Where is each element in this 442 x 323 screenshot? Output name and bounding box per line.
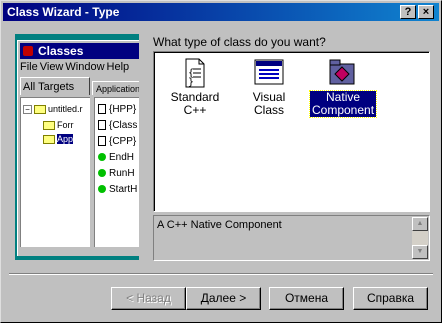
event-icon bbox=[98, 153, 106, 162]
collapse-icon: − bbox=[23, 105, 32, 115]
preview-tab-all-targets: All Targets bbox=[20, 77, 90, 95]
file-icon bbox=[98, 120, 106, 131]
folder-icon bbox=[34, 105, 46, 115]
folder-icon bbox=[43, 135, 55, 145]
option-standard-cpp[interactable]: { } Standard C++ bbox=[160, 58, 230, 117]
preview-tab-applications: Applications bbox=[92, 81, 139, 95]
class-type-question: What type of class do you want? bbox=[153, 35, 326, 49]
wizard-preview-image: Classes File View Window Help All Targets A… bbox=[15, 34, 139, 260]
class-type-list[interactable]: { } Standard C++ Visual Class Native Com… bbox=[153, 51, 430, 212]
event-icon bbox=[98, 185, 106, 194]
back-button[interactable]: < Назад bbox=[111, 287, 186, 310]
option-native-component[interactable]: Native Component bbox=[308, 58, 378, 118]
tree-row: − untitled.r bbox=[23, 104, 83, 115]
description-scrollbar[interactable]: ▲ ▼ bbox=[412, 217, 428, 259]
list-item: {CPP} bbox=[98, 136, 136, 147]
native-component-icon bbox=[329, 59, 355, 85]
option-label: Visual Class bbox=[252, 90, 286, 117]
description-text: A C++ Native Component bbox=[157, 219, 282, 231]
list-item: {HPP} bbox=[98, 104, 136, 115]
close-button[interactable]: × bbox=[418, 5, 434, 19]
next-button[interactable]: Далее > bbox=[186, 287, 261, 310]
file-icon bbox=[98, 104, 106, 115]
tree-row: App bbox=[43, 134, 74, 145]
app-icon bbox=[23, 46, 33, 56]
list-item: EndH bbox=[98, 152, 134, 163]
scroll-down-icon[interactable]: ▼ bbox=[412, 245, 428, 259]
preview-menu-bar: File View Window Help bbox=[20, 61, 131, 73]
title-bar: Class Wizard - Type ? × bbox=[3, 3, 439, 21]
wizard-window: Class Wizard - Type ? × Classes File View… bbox=[0, 0, 442, 323]
file-icon bbox=[98, 136, 106, 147]
help-button[interactable]: Справка bbox=[353, 287, 428, 310]
svg-text:}: } bbox=[188, 77, 194, 88]
preview-app-title: Classes bbox=[38, 44, 84, 58]
list-item: RunH bbox=[98, 168, 135, 179]
description-box: A C++ Native Component ▲ ▼ bbox=[153, 215, 430, 261]
help-title-button[interactable]: ? bbox=[400, 5, 416, 19]
folder-icon bbox=[43, 121, 55, 131]
preview-title-bar: Classes bbox=[20, 43, 139, 59]
preview-list: {HPP} {Class {CPP} EndH RunH StartH bbox=[94, 97, 139, 247]
option-label: Native Component bbox=[308, 90, 378, 118]
preview-menu-window: Window bbox=[65, 61, 105, 73]
event-icon bbox=[98, 169, 106, 178]
visual-form-icon bbox=[254, 59, 284, 85]
button-separator bbox=[9, 273, 433, 275]
list-item: StartH bbox=[98, 184, 137, 195]
tree-row: Forr bbox=[43, 120, 74, 131]
source-file-icon: { } bbox=[185, 58, 205, 88]
preview-menu-view: View bbox=[39, 61, 64, 73]
window-title: Class Wizard - Type bbox=[7, 5, 120, 19]
cancel-button[interactable]: Отмена bbox=[269, 287, 344, 310]
preview-menu-file: File bbox=[20, 61, 38, 73]
scroll-up-icon[interactable]: ▲ bbox=[412, 217, 428, 231]
preview-menu-help: Help bbox=[106, 61, 130, 73]
list-item: {Class bbox=[98, 120, 137, 131]
preview-window: Classes File View Window Help All Targets A… bbox=[17, 40, 139, 256]
option-visual-class[interactable]: Visual Class bbox=[238, 58, 300, 117]
preview-tree: − untitled.r Forr App bbox=[20, 97, 90, 247]
option-label: Standard C++ bbox=[170, 90, 220, 117]
